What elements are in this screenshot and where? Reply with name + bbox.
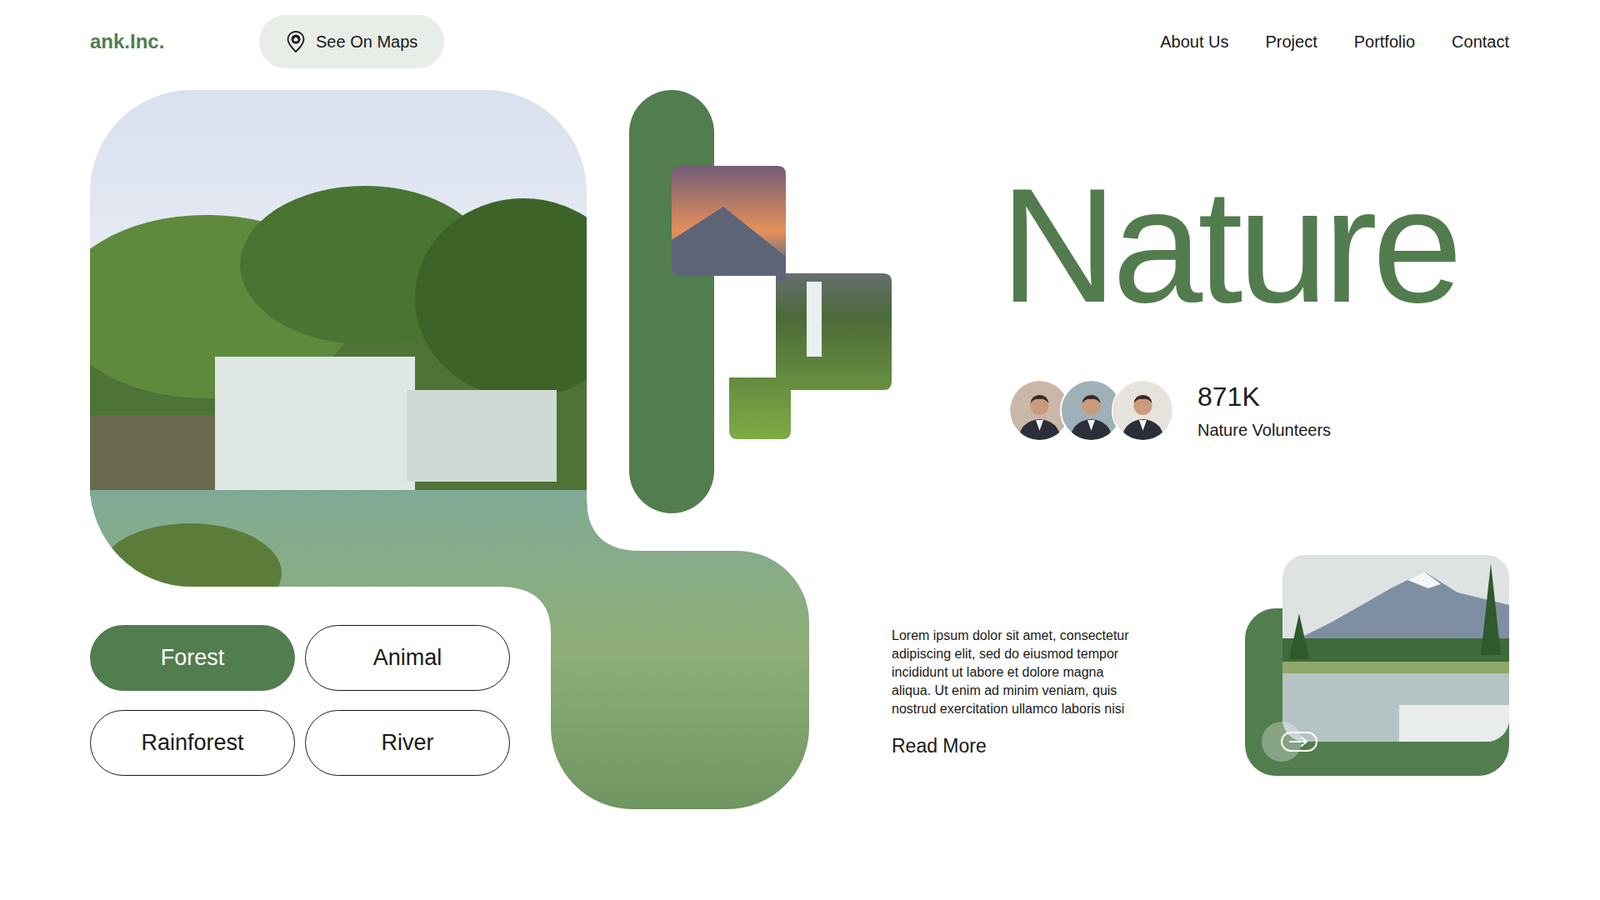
header: ank.Inc. See On Maps About Us Project Portfo… [0, 0, 1600, 69]
category-chips: ForestAnimalRainforestRiver [90, 625, 510, 776]
nav-link[interactable]: About Us [1160, 32, 1229, 52]
arrow-button[interactable] [1261, 721, 1302, 762]
hero: ForestAnimalRainforestRiverNature871KNat… [0, 68, 1600, 810]
arrow-icon [1280, 730, 1319, 753]
volunteer-stats: 871K Nature Volunteers [1197, 381, 1331, 440]
collage: ForestAnimalRainforestRiver [90, 90, 892, 810]
map-pin-icon [285, 30, 306, 53]
intro: Lorem ipsum dolor sit amet, consectetur … [891, 626, 1142, 758]
intro-text: Lorem ipsum dolor sit amet, consectetur … [891, 626, 1142, 719]
hero-title: Nature [1000, 164, 1510, 327]
category-chip[interactable]: Forest [90, 625, 295, 691]
avatar-stack [1008, 379, 1175, 442]
volunteer-label: Nature Volunteers [1197, 420, 1331, 440]
volunteers: 871K Nature Volunteers [1008, 379, 1510, 442]
volunteer-avatar [1111, 379, 1175, 442]
landing-page: ank.Inc. See On Maps About Us Project Portfo… [0, 0, 1600, 900]
category-chip[interactable]: Animal [305, 625, 510, 691]
category-chip[interactable]: River [305, 710, 510, 776]
nature-photo-collage [90, 90, 892, 810]
hero-content: Nature 871K Nature Volunteers Lorem ipsum d… [891, 90, 1510, 810]
main-nav: About Us Project Portfolio Contact [1160, 32, 1510, 52]
nav-link[interactable]: Portfolio [1354, 32, 1415, 52]
nav-link[interactable]: Project [1265, 32, 1317, 52]
logo[interactable]: ank.Inc. [90, 30, 260, 54]
intro-row: Lorem ipsum dolor sit amet, consectetur … [891, 555, 1510, 776]
nav-link[interactable]: Contact [1451, 32, 1510, 52]
see-on-maps-label: See On Maps [315, 32, 418, 52]
volunteer-count: 871K [1197, 381, 1331, 413]
lake-card[interactable] [1245, 555, 1510, 776]
category-chip[interactable]: Rainforest [90, 710, 295, 776]
decor-pill [629, 90, 715, 514]
see-on-maps-button[interactable]: See On Maps [259, 15, 445, 69]
lake-photo [1282, 555, 1510, 742]
read-more-link[interactable]: Read More [891, 735, 1142, 758]
